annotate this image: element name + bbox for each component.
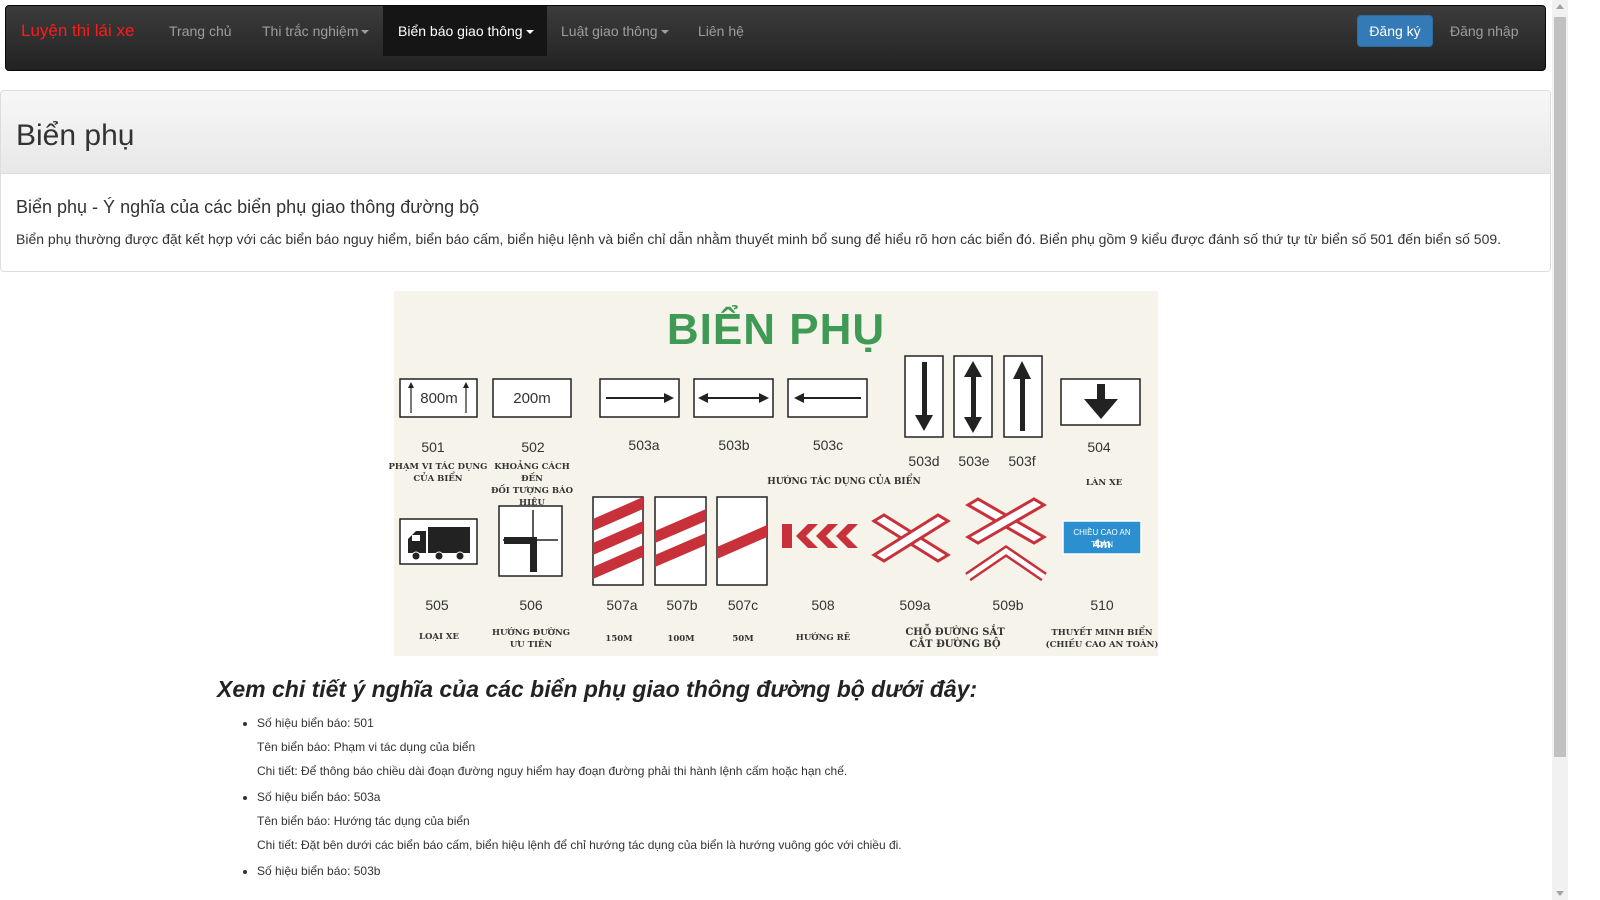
scroll-up-icon[interactable] (1556, 4, 1564, 9)
sign-503d (904, 355, 944, 438)
sign-number: Số hiệu biển báo: 503a (257, 790, 381, 804)
page-title: Biển phụ (16, 119, 135, 152)
sign-501-text: 800m (420, 390, 458, 407)
num-503a: 503a (628, 437, 660, 453)
sign-508 (782, 524, 858, 548)
num-503b: 503b (718, 437, 750, 453)
cap-502-line1: KHOẢNG CÁCH ĐẾN (494, 462, 570, 484)
sign-507b (654, 496, 707, 586)
login-link[interactable]: Đăng nhập (1450, 6, 1519, 56)
cap-507c: 50M (732, 634, 754, 644)
caret-down-icon (660, 30, 669, 35)
cap-503: HƯỚNG TÁC DỤNG CỦA BIỂN (767, 477, 921, 487)
sign-detail: Chi tiết: Để thông báo chiều dài đoạn đư… (257, 764, 848, 778)
cap-501-line2: CỦA BIỂN (413, 474, 463, 484)
sign-502-text: 200m (513, 390, 551, 407)
cap-509: CHỖ ĐƯỜNG SẮT CẮT ĐƯỜNG BỘ (900, 627, 1010, 651)
num-510: 510 (1090, 597, 1114, 613)
num-505: 505 (425, 597, 449, 613)
nav-traffic-law[interactable]: Luật giao thông (561, 6, 669, 56)
scroll-down-icon[interactable] (1556, 891, 1564, 896)
num-506: 506 (519, 597, 543, 613)
page-panel: Biển phụ Biển phụ - Ý nghĩa của các biển… (0, 90, 1551, 272)
num-508: 508 (811, 597, 835, 613)
caret-down-icon (525, 30, 534, 35)
sign-505 (399, 518, 478, 565)
num-509b: 509b (992, 597, 1024, 613)
num-501: 501 (421, 439, 445, 455)
panel-heading (1, 91, 1550, 174)
sign-name: Tên biển báo: Phạm vi tác dụng của biển (257, 740, 476, 754)
caret-down-icon (361, 30, 370, 35)
num-507b: 507b (666, 597, 698, 613)
nav-contact[interactable]: Liên hệ (698, 6, 744, 56)
sign-507c (716, 496, 768, 586)
cap-509-line1: CHỖ ĐƯỜNG SẮT (905, 627, 1005, 638)
num-503e: 503e (958, 453, 990, 469)
num-502: 502 (521, 439, 545, 455)
sign-510-text2: 4m (1093, 537, 1111, 551)
brand-link[interactable]: Luyện thi lái xe (21, 6, 134, 56)
sign-509b (965, 497, 1047, 582)
sign-509a (871, 513, 951, 563)
sign-504 (1060, 378, 1141, 426)
sign-507a (592, 496, 644, 586)
cap-506-line2: ƯU TIÊN (509, 640, 553, 650)
nav-contact-label: Liên hệ (698, 23, 744, 39)
sign-number: Số hiệu biển báo: 501 (257, 716, 374, 730)
cap-510: THUYẾT MINH BIỂN (CHIỀU CAO AN TOÀN) (1042, 627, 1162, 651)
cap-501-line1: PHẠM VI TÁC DỤNG (388, 462, 488, 472)
sign-number: Số hiệu biển báo: 503b (257, 864, 381, 878)
top-navbar: Luyện thi lái xe Trang chủ Thi trắc nghi… (5, 5, 1546, 71)
page-subtitle: Biển phụ - Ý nghĩa của các biển phụ giao… (16, 197, 480, 217)
nav-traffic-signs[interactable]: Biển báo giao thông (383, 6, 547, 56)
cap-508: HƯỚNG RẼ (795, 633, 851, 643)
cap-502-line2: ĐỐI TƯỢNG BÁO HIỆU (490, 486, 574, 508)
cap-507b: 100M (667, 634, 695, 644)
sign-503e (953, 355, 993, 438)
cap-510-line2: (CHIỀU CAO AN TOÀN) (1045, 640, 1159, 650)
num-503d: 503d (908, 453, 940, 469)
list-item: Số hiệu biển báo: 503a Tên biển báo: Hướ… (257, 788, 1457, 860)
cap-506-line1: HƯỚNG ĐƯỜNG (491, 628, 571, 638)
vertical-scrollbar[interactable] (1552, 0, 1568, 900)
scroll-thumb[interactable] (1554, 17, 1566, 757)
cap-509-line2: CẮT ĐƯỜNG BỘ (909, 639, 1001, 650)
cap-502: KHOẢNG CÁCH ĐẾN ĐỐI TƯỢNG BÁO HIỆU (482, 461, 582, 509)
num-503f: 503f (1008, 453, 1036, 469)
num-507c: 507c (727, 597, 759, 613)
cap-501: PHẠM VI TÁC DỤNG CỦA BIỂN (388, 461, 488, 485)
sign-503b (693, 378, 774, 418)
sign-503f (1003, 355, 1043, 438)
register-button[interactable]: Đăng ký (1357, 15, 1433, 47)
nav-home-label: Trang chủ (169, 23, 232, 39)
nav-quiz-label: Thi trắc nghiệm (262, 23, 359, 39)
list-item: Số hiệu biển báo: 503b (257, 862, 1457, 886)
num-509a: 509a (899, 597, 931, 613)
cap-510-line1: THUYẾT MINH BIỂN (1051, 628, 1153, 638)
details-heading: Xem chi tiết ý nghĩa của các biển phụ gi… (217, 676, 978, 702)
nav-quiz[interactable]: Thi trắc nghiệm (262, 6, 370, 56)
sign-503a (599, 378, 680, 418)
num-507a: 507a (606, 597, 638, 613)
sign-detail: Chi tiết: Đặt bên dưới các biển báo cấm,… (257, 838, 902, 852)
cap-504: LÀN XE (1085, 478, 1123, 488)
cap-505: LOẠI XE (419, 632, 459, 642)
num-503c: 503c (812, 437, 844, 453)
num-504: 504 (1087, 439, 1111, 455)
sub-signs-image: BIỂN PHỤ 800m 200m CHIỀU CAO AN TOÀN 4m … (389, 291, 1158, 656)
list-item: Số hiệu biển báo: 501 Tên biển báo: Phạm… (257, 714, 1457, 786)
nav-traffic-signs-label: Biển báo giao thông (398, 23, 523, 39)
sign-503c (787, 378, 868, 418)
nav-traffic-law-label: Luật giao thông (561, 23, 658, 39)
details-list: Số hiệu biển báo: 501 Tên biển báo: Phạm… (257, 714, 1457, 888)
cap-507a: 150M (605, 634, 633, 644)
cap-506: HƯỚNG ĐƯỜNG ƯU TIÊN (486, 627, 576, 651)
nav-home[interactable]: Trang chủ (169, 6, 232, 56)
page-intro: Biển phụ thường được đặt kết hợp với các… (16, 231, 1502, 247)
sign-506 (498, 505, 563, 577)
sign-name: Tên biển báo: Hướng tác dụng của biển (257, 814, 470, 828)
